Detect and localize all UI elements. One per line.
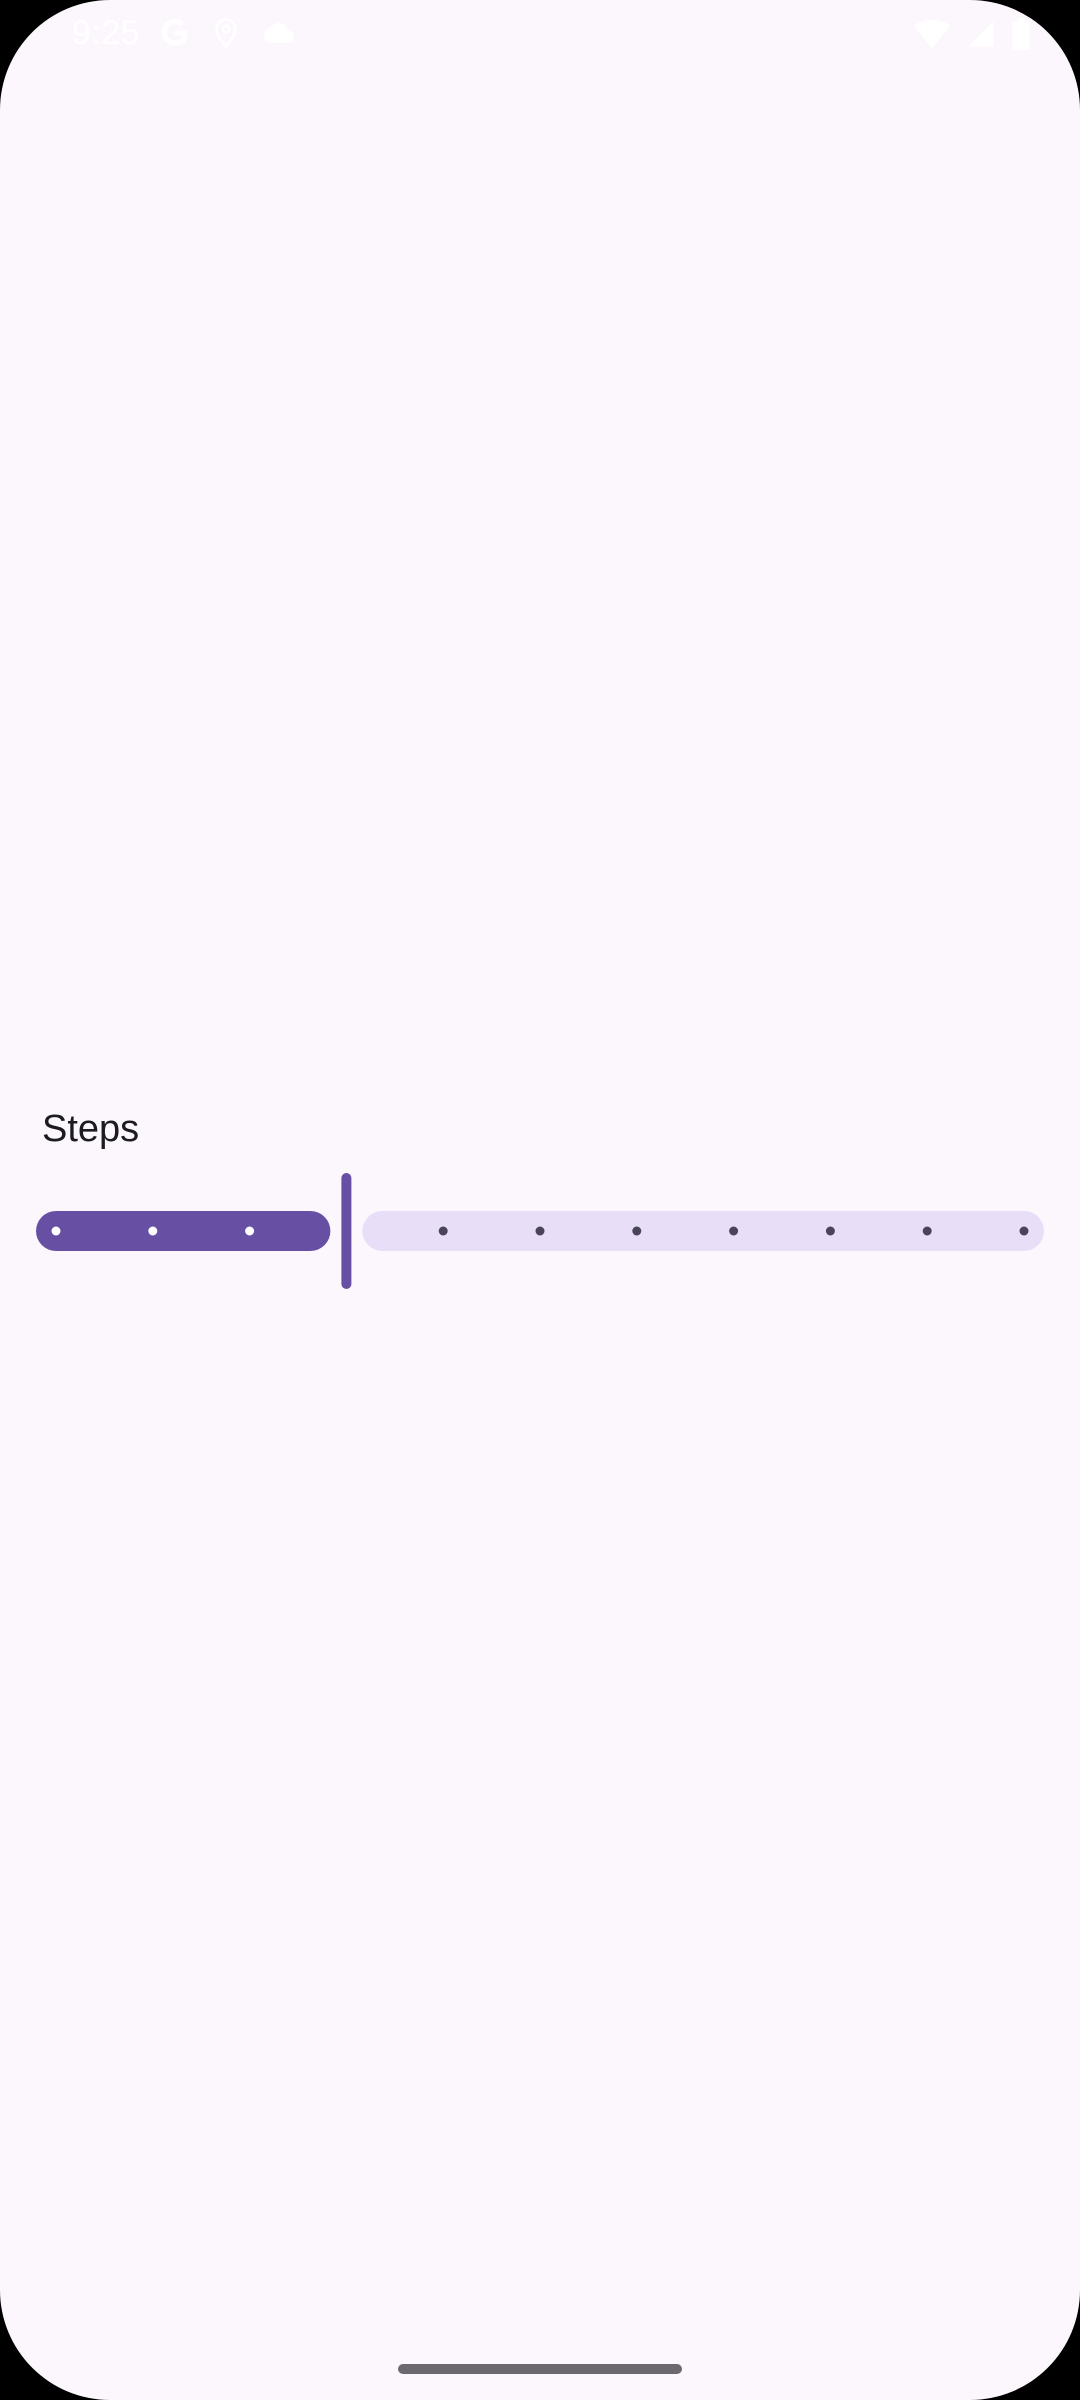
google-icon (158, 16, 192, 50)
slider-tick-1 (148, 1226, 158, 1236)
slider-tick-4 (438, 1226, 448, 1236)
signal-icon (966, 19, 996, 49)
app-screen: 9:25 Steps (0, 0, 1080, 2400)
slider-tick-8 (825, 1226, 835, 1236)
slider-tick-9 (922, 1226, 932, 1236)
slider-tick-5 (535, 1226, 545, 1236)
location-icon (210, 16, 242, 50)
slider-inactive-track[interactable] (362, 1211, 1044, 1251)
slider-thumb[interactable] (341, 1173, 352, 1289)
status-icons-left (158, 16, 298, 50)
cloud-icon (260, 18, 298, 48)
wifi-icon (914, 19, 950, 49)
gesture-bar[interactable] (398, 2364, 682, 2374)
slider-tick-0 (51, 1226, 61, 1236)
slider-active-track[interactable] (36, 1211, 331, 1251)
status-icons-right (914, 18, 1030, 50)
slider-tick-10 (1019, 1226, 1029, 1236)
slider-tick-6 (632, 1226, 642, 1236)
battery-icon (1012, 18, 1030, 50)
steps-slider[interactable] (36, 1170, 1044, 1292)
slider-label: Steps (42, 1108, 140, 1150)
status-time: 9:25 (72, 14, 141, 52)
slider-tick-7 (729, 1226, 739, 1236)
status-bar: 9:25 (0, 0, 1080, 72)
slider-tick-2 (245, 1226, 255, 1236)
